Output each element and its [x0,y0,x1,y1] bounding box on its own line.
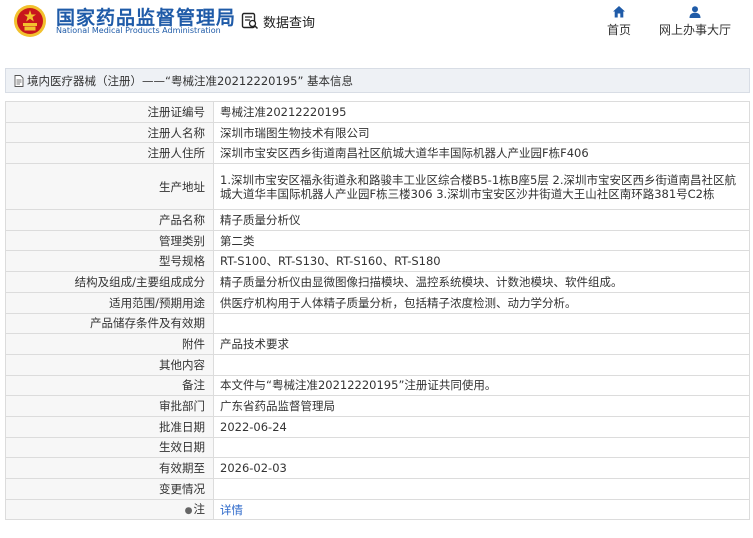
row-value-structure-composition: 精子质量分析仪由显微图像扫描模块、温控系统模块、计数池模块、软件组成。 [213,271,750,293]
row-value-registration-number: 粤械注准20212220195 [213,101,750,123]
row-value-storage-validity [213,312,750,335]
row-value-registrant-name: 深圳市瑞图生物技术有限公司 [213,121,750,144]
details-link[interactable]: 详情 [220,503,243,517]
table-row: 注册人名称 深圳市瑞图生物技术有限公司 [5,121,750,144]
data-query-label: 数据查询 [263,15,316,31]
user-icon [689,6,701,18]
table-row: 变更情况 [5,478,750,500]
table-row: 注册人住所 深圳市宝安区西乡街道南昌社区航城大道华丰国际机器人产业园F栋F406 [5,142,750,165]
site-header: 国家药品监督管理局 National Medical Products Admi… [0,0,753,57]
home-icon [613,6,625,18]
row-value-note: 详情 [213,498,750,521]
table-row: 审批部门 广东省药品监督管理局 [5,395,750,417]
device-info-table: 注册证编号 粤械注准20212220195 注册人名称 深圳市瑞图生物技术有限公… [5,101,750,521]
table-row: 生产地址 1.深圳市宝安区福永街道永和路骏丰工业区综合楼B5-1栋B座5层 2.… [5,163,750,211]
row-label-remarks: 备注 [5,374,214,397]
table-row: 批准日期 2022-06-24 [5,415,750,438]
nav-online-service-hall-label: 网上办事大厅 [658,23,731,37]
row-value-other-content [213,353,750,376]
row-label-other-content: 其他内容 [5,353,214,376]
nav-home-label: 首页 [606,23,631,37]
row-label-registrant-address: 注册人住所 [5,142,214,165]
table-row: 注册证编号 粤械注准20212220195 [5,101,750,123]
table-row: 产品名称 精子质量分析仪 [5,209,750,231]
table-row: 附件 产品技术要求 [5,333,750,355]
site-logo-english: National Medical Products Administration [56,26,221,35]
lightbulb-icon: ● [184,505,193,516]
table-row: 型号规格 RT-S100、RT-S130、RT-S160、RT-S180 [5,250,750,273]
table-row: 管理类别 第二类 [5,229,750,252]
row-label-registrant-name: 注册人名称 [5,121,214,144]
row-label-approval-department: 审批部门 [5,395,214,417]
nav-home[interactable]: 首页 [606,5,632,38]
row-value-management-category: 第二类 [213,229,750,252]
table-row: 其他内容 [5,353,750,376]
row-label-structure-composition: 结构及组成/主要组成成分 [5,271,214,293]
row-value-intended-use: 供医疗机构用于人体精子质量分析，包括精子浓度检测、动力学分析。 [213,291,750,314]
row-value-model-spec: RT-S100、RT-S130、RT-S160、RT-S180 [213,250,750,273]
table-row: 产品储存条件及有效期 [5,312,750,335]
note-label-text: 注 [193,501,206,516]
table-row: 备注 本文件与“粤械注准20212220195”注册证共同使用。 [5,374,750,397]
row-label-note: ●注 [5,498,214,521]
row-value-effective-date [213,436,750,459]
row-label-model-spec: 型号规格 [5,250,214,273]
record-title-bar: 境内医疗器械（注册）——“粤械注准20212220195” 基本信息 [5,68,750,93]
nav-online-service-hall[interactable]: 网上办事大厅 [657,5,733,38]
table-row: 有效期至 2026-02-03 [5,457,750,479]
table-row: 生效日期 [5,436,750,459]
row-label-approval-date: 批准日期 [5,415,214,438]
row-value-approval-department: 广东省药品监督管理局 [213,395,750,417]
table-row: 结构及组成/主要组成成分 精子质量分析仪由显微图像扫描模块、温控系统模块、计数池… [5,271,750,293]
row-label-attachment: 附件 [5,333,214,355]
row-value-remarks: 本文件与“粤械注准20212220195”注册证共同使用。 [213,374,750,397]
data-query-icon [241,12,259,30]
document-icon [14,74,24,87]
row-label-registration-number: 注册证编号 [5,101,214,123]
row-value-valid-until: 2026-02-03 [213,457,750,479]
row-value-attachment: 产品技术要求 [213,333,750,355]
table-row: ●注 详情 [5,498,750,521]
row-value-registrant-address: 深圳市宝安区西乡街道南昌社区航城大道华丰国际机器人产业园F栋F406 [213,142,750,165]
table-row: 适用范围/预期用途 供医疗机构用于人体精子质量分析，包括精子浓度检测、动力学分析… [5,291,750,314]
row-label-effective-date: 生效日期 [5,436,214,459]
row-value-production-address: 1.深圳市宝安区福永街道永和路骏丰工业区综合楼B5-1栋B座5层 2.深圳市宝安… [213,163,750,211]
row-label-storage-validity: 产品储存条件及有效期 [5,312,214,335]
row-label-product-name: 产品名称 [5,209,214,231]
national-emblem-icon [14,5,46,37]
row-label-management-category: 管理类别 [5,229,214,252]
row-label-production-address: 生产地址 [5,163,214,211]
row-value-product-name: 精子质量分析仪 [213,209,750,231]
row-value-approval-date: 2022-06-24 [213,415,750,438]
row-label-intended-use: 适用范围/预期用途 [5,291,214,314]
row-value-change-status [213,478,750,500]
data-query-link[interactable]: 数据查询 [241,10,315,32]
record-title-text: 境内医疗器械（注册）——“粤械注准20212220195” 基本信息 [27,73,354,88]
row-label-valid-until: 有效期至 [5,457,214,479]
row-label-change-status: 变更情况 [5,478,214,500]
